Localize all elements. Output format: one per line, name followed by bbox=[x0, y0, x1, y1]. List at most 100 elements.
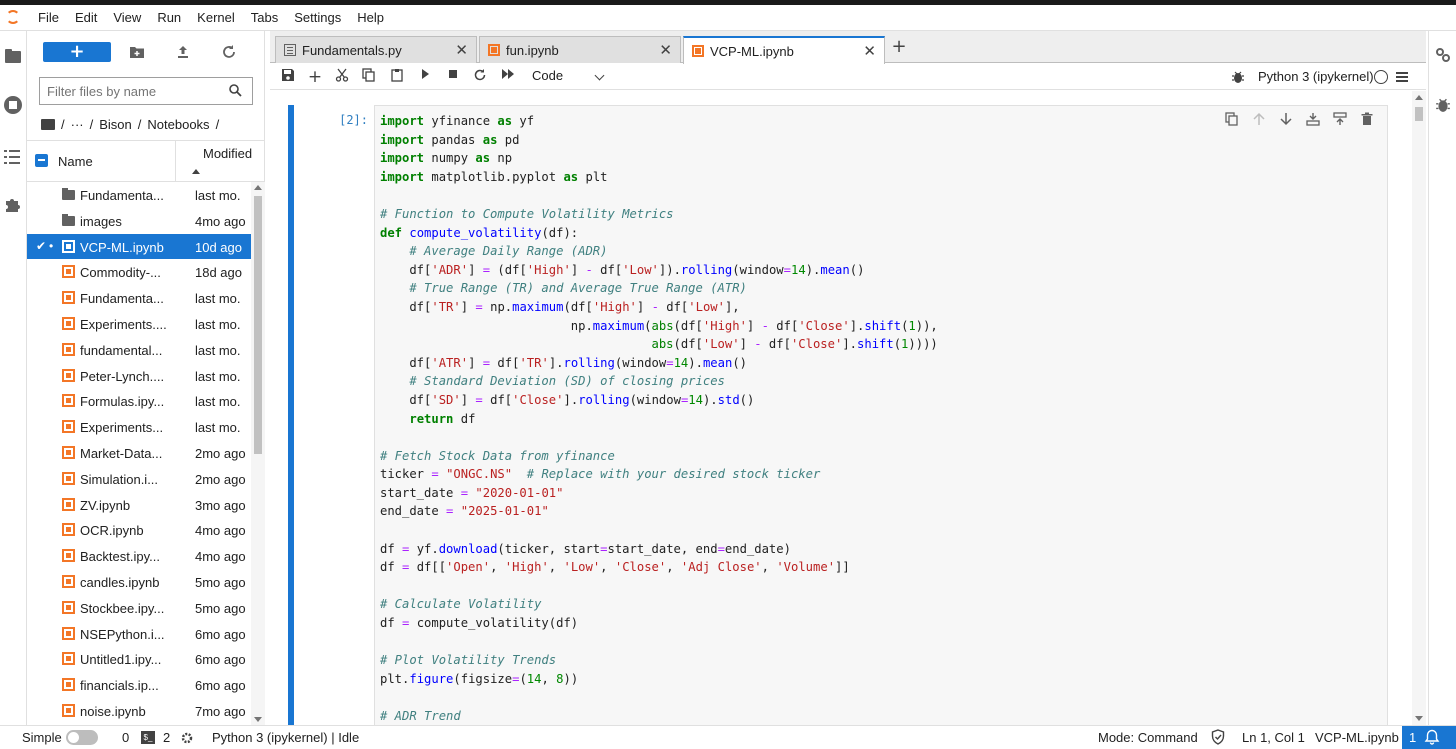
column-divider[interactable] bbox=[175, 141, 176, 182]
scroll-down-arrow-icon[interactable] bbox=[1415, 716, 1423, 721]
paste-icon[interactable] bbox=[388, 68, 406, 86]
tab-fundamentals-py[interactable]: Fundamentals.py ✕ bbox=[275, 36, 477, 63]
home-folder-icon[interactable] bbox=[41, 118, 55, 130]
breadcrumb-notebooks[interactable]: Notebooks bbox=[147, 117, 209, 132]
tab-fun-ipynb[interactable]: fun.ipynb ✕ bbox=[479, 36, 681, 63]
file-list-item[interactable]: images 4mo ago bbox=[27, 208, 251, 234]
notebook-panel[interactable]: [2]: import yfinance as yf import pandas… bbox=[270, 91, 1412, 725]
file-list-item[interactable]: Fundamenta... last mo. bbox=[27, 182, 251, 208]
running-sessions-icon[interactable] bbox=[4, 96, 22, 114]
kernel-gear-icon[interactable] bbox=[180, 731, 194, 745]
tab-vcp-ml-ipynb[interactable]: VCP-ML.ipynb ✕ bbox=[683, 36, 885, 64]
new-launcher-button[interactable]: + bbox=[43, 42, 111, 62]
kernel-status[interactable]: Python 3 (ipykernel) | Idle bbox=[212, 730, 359, 745]
menu-tabs[interactable]: Tabs bbox=[243, 5, 286, 31]
hamburger-menu-icon[interactable] bbox=[1396, 72, 1408, 74]
close-tab-icon[interactable]: ✕ bbox=[659, 41, 672, 59]
scroll-up-arrow-icon[interactable] bbox=[254, 185, 262, 190]
filter-files-input[interactable] bbox=[40, 78, 220, 104]
scroll-up-arrow-icon[interactable] bbox=[1415, 95, 1423, 100]
scrollbar-thumb[interactable] bbox=[254, 196, 262, 454]
notifications-button[interactable]: 1 bbox=[1402, 726, 1456, 749]
delete-cell-trash-icon[interactable] bbox=[1358, 112, 1375, 130]
file-list-item[interactable]: Formulas.ipy... last mo. bbox=[27, 388, 251, 414]
breadcrumb-ellipsis[interactable]: ··· bbox=[71, 117, 84, 132]
scrollbar-thumb[interactable] bbox=[1415, 107, 1423, 121]
file-list-item[interactable]: Stockbee.ipy... 5mo ago bbox=[27, 595, 251, 621]
column-modified-header[interactable]: Modified bbox=[203, 146, 252, 161]
file-list-scrollbar[interactable] bbox=[251, 182, 265, 725]
close-tab-icon[interactable]: ✕ bbox=[455, 41, 468, 59]
filter-files-field[interactable] bbox=[39, 77, 253, 105]
breadcrumb-bison[interactable]: Bison bbox=[99, 117, 132, 132]
extension-manager-puzzle-icon[interactable] bbox=[4, 196, 22, 214]
close-tab-icon[interactable]: ✕ bbox=[863, 42, 876, 60]
file-browser-folder-icon[interactable] bbox=[4, 47, 22, 65]
code-content[interactable]: import yfinance as yf import pandas as p… bbox=[380, 112, 938, 725]
file-list-item[interactable]: ✔ • VCP-ML.ipynb 10d ago bbox=[27, 233, 251, 260]
file-list-item[interactable]: ZV.ipynb 3mo ago bbox=[27, 492, 251, 518]
select-all-checkbox[interactable] bbox=[35, 154, 48, 167]
file-list-item[interactable]: Backtest.ipy... 4mo ago bbox=[27, 543, 251, 569]
restart-kernel-icon[interactable] bbox=[471, 68, 489, 86]
file-list-item[interactable]: Untitled1.ipy... 6mo ago bbox=[27, 646, 251, 672]
restart-run-all-icon[interactable] bbox=[499, 68, 517, 86]
file-list-item[interactable]: Market-Data... 2mo ago bbox=[27, 440, 251, 466]
kernel-name[interactable]: Python 3 (ipykernel) bbox=[1258, 69, 1374, 84]
file-list-item[interactable]: OCR.ipynb 4mo ago bbox=[27, 517, 251, 543]
new-folder-icon[interactable] bbox=[129, 44, 145, 60]
menu-edit[interactable]: Edit bbox=[67, 5, 105, 31]
insert-above-icon[interactable] bbox=[1331, 112, 1348, 130]
cell-editor[interactable]: import yfinance as yf import pandas as p… bbox=[374, 105, 1388, 725]
file-list-item[interactable]: Commodity-... 18d ago bbox=[27, 259, 251, 285]
column-name-header[interactable]: Name bbox=[58, 154, 93, 169]
interrupt-kernel-icon[interactable] bbox=[444, 68, 462, 86]
chevron-down-icon[interactable] bbox=[594, 70, 605, 81]
file-list-item[interactable]: NSEPython.i... 6mo ago bbox=[27, 621, 251, 647]
menu-view[interactable]: View bbox=[105, 5, 149, 31]
kernels-count[interactable]: 2 bbox=[163, 730, 170, 745]
menu-settings[interactable]: Settings bbox=[286, 5, 349, 31]
menu-kernel[interactable]: Kernel bbox=[189, 5, 243, 31]
file-list-item[interactable]: fundamental... last mo. bbox=[27, 337, 251, 363]
checkmark-icon[interactable]: ✔ bbox=[36, 239, 46, 253]
cell-type-select[interactable]: Code bbox=[532, 68, 563, 83]
refresh-icon[interactable] bbox=[221, 44, 237, 60]
move-down-arrow-icon[interactable] bbox=[1277, 112, 1294, 130]
file-list-item[interactable]: financials.ip... 6mo ago bbox=[27, 672, 251, 698]
file-list-item[interactable]: Fundamenta... last mo. bbox=[27, 285, 251, 311]
debugger-bug-icon[interactable] bbox=[1232, 70, 1244, 84]
menu-help[interactable]: Help bbox=[349, 5, 392, 31]
notebook-scrollbar[interactable] bbox=[1412, 91, 1426, 725]
active-cell-bar[interactable] bbox=[288, 105, 294, 725]
file-list-item[interactable]: Experiments... last mo. bbox=[27, 414, 251, 440]
menu-file[interactable]: File bbox=[30, 5, 67, 31]
terminals-count[interactable]: 0 bbox=[122, 730, 129, 745]
file-list-item[interactable]: noise.ipynb 7mo ago bbox=[27, 698, 251, 724]
scroll-down-arrow-icon[interactable] bbox=[254, 717, 262, 722]
run-cell-icon[interactable] bbox=[416, 68, 434, 86]
save-icon[interactable] bbox=[279, 68, 297, 86]
insert-cell-icon[interactable]: + bbox=[306, 68, 324, 86]
file-list-item[interactable]: candles.ipynb 5mo ago bbox=[27, 569, 251, 595]
code-cell[interactable]: [2]: import yfinance as yf import pandas… bbox=[288, 105, 1394, 725]
insert-below-icon[interactable] bbox=[1304, 112, 1321, 130]
copy-icon[interactable] bbox=[360, 68, 378, 86]
file-list-item[interactable]: Peter-Lynch.... last mo. bbox=[27, 363, 251, 389]
upload-icon[interactable] bbox=[175, 44, 191, 60]
move-up-arrow-icon[interactable] bbox=[1250, 112, 1267, 130]
property-inspector-gears-icon[interactable] bbox=[1435, 47, 1451, 63]
cut-icon[interactable] bbox=[333, 68, 351, 86]
breadcrumb-root-sep[interactable]: / bbox=[61, 117, 65, 132]
menu-run[interactable]: Run bbox=[149, 5, 189, 31]
terminal-icon[interactable]: $_ bbox=[141, 731, 155, 744]
table-of-contents-icon[interactable] bbox=[4, 148, 22, 166]
cursor-position[interactable]: Ln 1, Col 1 bbox=[1242, 730, 1305, 745]
simple-mode-toggle[interactable] bbox=[66, 730, 98, 745]
trusted-shield-icon[interactable] bbox=[1211, 729, 1225, 745]
file-list-item[interactable]: Simulation.i... 2mo ago bbox=[27, 466, 251, 492]
duplicate-cell-icon[interactable] bbox=[1223, 112, 1240, 130]
add-tab-icon[interactable]: + bbox=[888, 36, 910, 58]
file-list-item[interactable]: Experiments.... last mo. bbox=[27, 311, 251, 337]
debugger-bug-icon[interactable] bbox=[1435, 97, 1451, 113]
